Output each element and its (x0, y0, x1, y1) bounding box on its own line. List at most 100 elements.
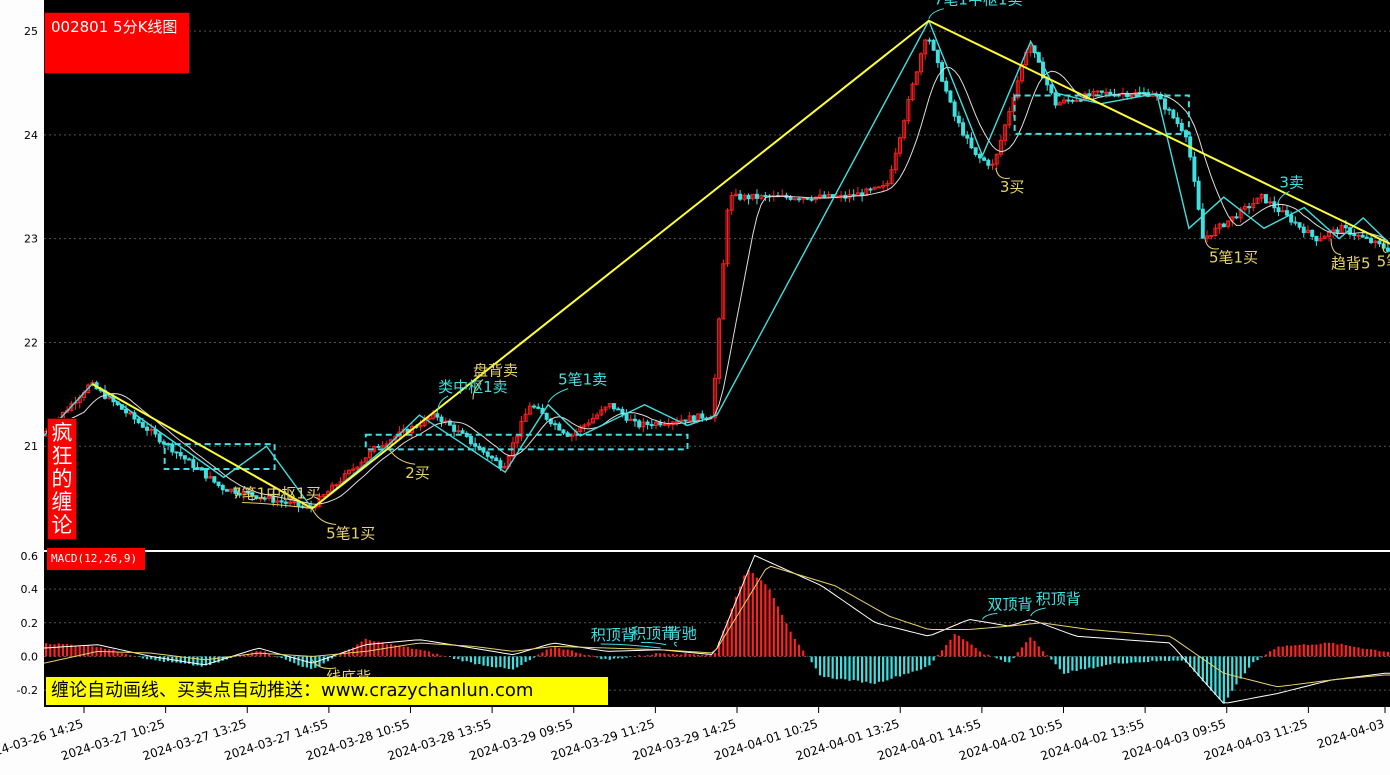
price-tick-label: 23 (24, 233, 38, 246)
candle-body (216, 481, 221, 486)
macd-top-label: 0.6 (21, 550, 39, 563)
candle-body (452, 424, 457, 432)
candle-body (969, 137, 974, 149)
candle-body (1200, 208, 1205, 239)
candle-body (212, 476, 217, 483)
candle-body (868, 188, 873, 191)
candle-body (1284, 210, 1289, 216)
price-tick-label: 25 (24, 25, 38, 38)
candle-body (199, 467, 204, 471)
candle-body (1137, 91, 1142, 94)
candle-body (637, 420, 642, 428)
candle-body (746, 194, 751, 200)
candle-body (645, 421, 650, 426)
candle-body (191, 459, 196, 469)
candle-body (944, 80, 949, 92)
candle-body (1209, 234, 1214, 237)
candle-body (494, 457, 499, 462)
candle-body (1095, 90, 1100, 93)
annotation-label: 7笔1中枢1卖 (934, 0, 1023, 9)
candle-body (536, 406, 541, 409)
annotation-label: 积顶背 (1036, 590, 1081, 608)
candle-body (927, 39, 932, 42)
candle-body (485, 451, 490, 457)
candle-body (1377, 240, 1382, 245)
candle-body (1369, 237, 1374, 244)
candle-body (1247, 206, 1252, 209)
candle-body (961, 122, 966, 136)
candle-body (809, 198, 814, 201)
annotation-label: 盘背卖 (473, 362, 518, 380)
candle-body (1352, 233, 1357, 237)
candle-body (553, 423, 558, 426)
macd-tick-label: 0.2 (21, 617, 39, 630)
annotation-label: 类中枢1卖 (438, 378, 508, 396)
candle-body (334, 484, 339, 487)
candle-body (1293, 221, 1298, 224)
candle-body (1171, 109, 1176, 119)
candle-body (649, 424, 654, 427)
candle-body (182, 455, 187, 460)
candle-body (982, 157, 987, 161)
candle-body (477, 445, 482, 449)
candle-body (136, 418, 141, 424)
candle-body (1268, 201, 1273, 204)
candle-body (1343, 225, 1348, 229)
candle-body (738, 193, 743, 200)
candle-body (1066, 99, 1071, 102)
candle-body (611, 403, 616, 410)
annotation-label: 3买 (1000, 178, 1025, 196)
candle-body (633, 418, 637, 422)
candle-body (1078, 99, 1083, 102)
candle-body (426, 417, 431, 420)
candle-body (203, 469, 208, 479)
candle-body (952, 101, 957, 117)
candle-body (1104, 91, 1109, 94)
price-panel: 21 22 23 24 25 7笔1中枢1卖 3买 3卖 5笔1买 趋背5 5笔 7笔1中枢1买 5笔1… (24, 0, 1390, 550)
candle-body (1310, 229, 1315, 237)
candle-body (498, 460, 503, 469)
candle-body (178, 452, 183, 457)
candle-body (561, 429, 566, 434)
candle-body (624, 413, 629, 421)
candle-body (170, 443, 175, 453)
candle-body (1196, 180, 1201, 210)
candle-body (797, 198, 801, 201)
macd-tick-label: -0.2 (17, 684, 38, 697)
candle-body (666, 423, 671, 426)
chart-title: 002801 5分K线图 (44, 12, 190, 74)
price-tick-label: 21 (24, 440, 38, 453)
annotation-label: 双顶背 (987, 595, 1032, 613)
ad-banner: 缠论自动画线、买卖点自动推送：www.crazychanlun.com (46, 677, 608, 705)
candle-body (788, 196, 793, 200)
candle-body (489, 455, 494, 459)
candle-body (220, 484, 225, 491)
candle-body (473, 443, 478, 447)
annotation-label: 5笔1卖 (558, 371, 607, 389)
candle-body (128, 412, 133, 415)
annotation-label: 5笔 (1377, 253, 1390, 271)
candle-body (439, 416, 444, 423)
candle-body (224, 489, 229, 492)
macd-tick-label: 0.0 (21, 650, 39, 663)
annotation-label: 5笔1买 (326, 524, 375, 542)
candle-body (763, 195, 768, 198)
candle-body (140, 422, 145, 428)
candle-body (935, 49, 940, 64)
side-badge: 疯狂的缠论 (47, 418, 77, 540)
candle-body (1108, 91, 1113, 95)
candle-body (973, 147, 978, 155)
candle-body (662, 423, 667, 426)
chart-canvas: 21 22 23 24 25 7笔1中枢1卖 3买 3卖 5笔1买 趋背5 5笔 7笔1中枢1买 5笔1… (0, 0, 1390, 775)
candle-body (1179, 122, 1184, 132)
candle-body (1297, 222, 1302, 228)
candle-body (1167, 108, 1172, 111)
candle-body (977, 153, 982, 159)
candle-body (544, 412, 549, 420)
candle-body (616, 408, 621, 411)
candle-body (675, 421, 680, 424)
annotation-label: 3卖 (1279, 173, 1304, 191)
candle-body (124, 408, 128, 414)
candle-body (700, 413, 705, 419)
candle-body (683, 419, 688, 422)
